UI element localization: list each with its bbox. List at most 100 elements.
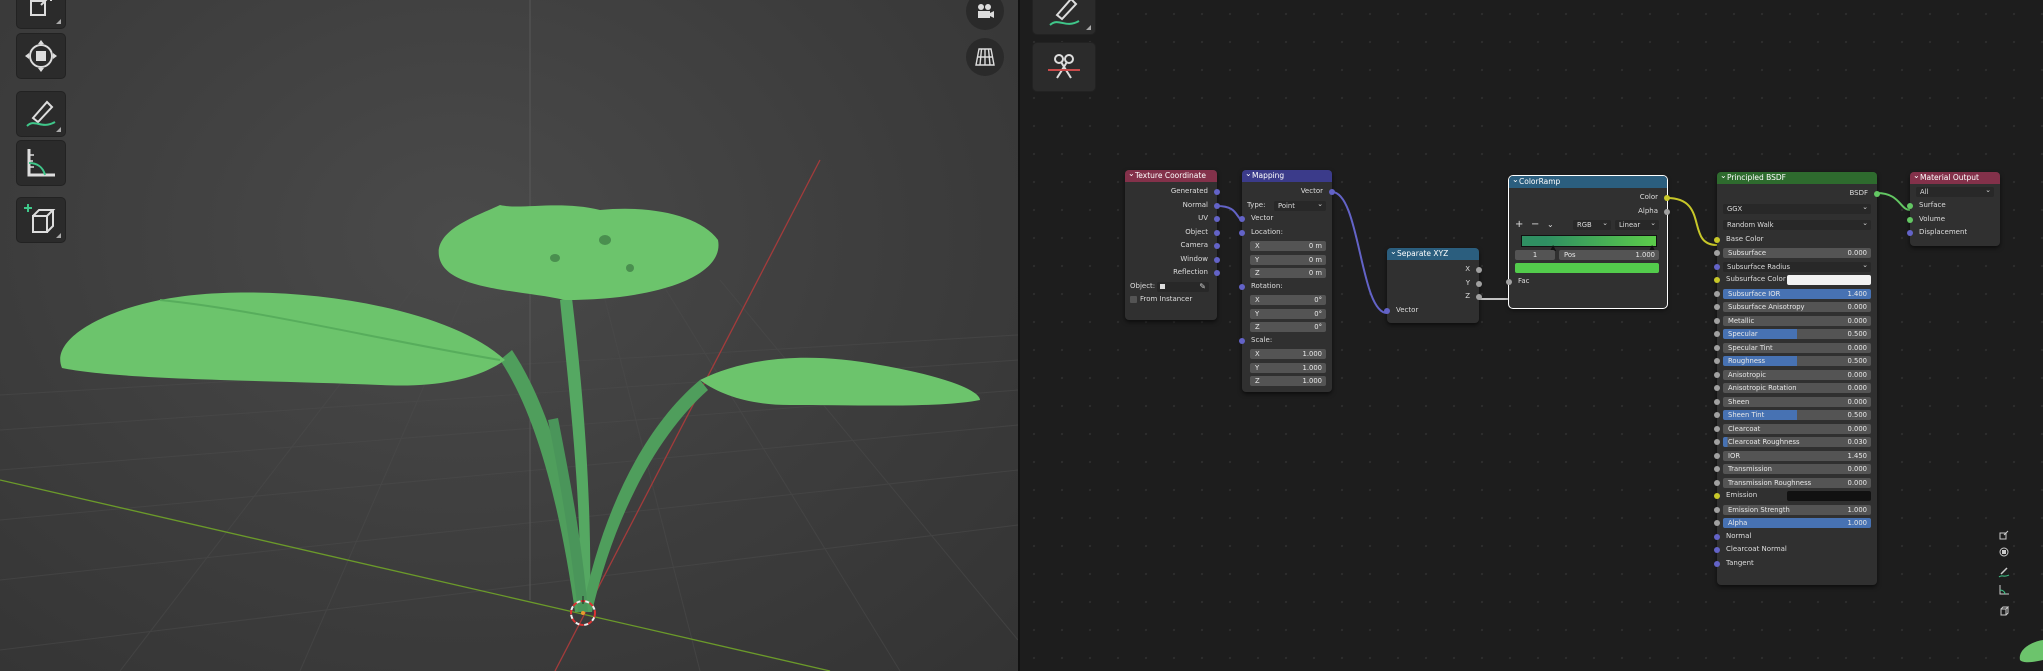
socket[interactable] <box>1239 337 1245 344</box>
socket[interactable] <box>1714 560 1720 567</box>
add-stop-button[interactable]: + <box>1515 218 1523 232</box>
target-dropdown[interactable]: All <box>1916 185 1994 197</box>
socket[interactable] <box>1214 189 1220 195</box>
distribution-dropdown[interactable]: GGX <box>1723 202 1871 214</box>
bsdf-param-field[interactable]: Sheen 0.000 <box>1723 396 1871 407</box>
bsdf-param-field[interactable]: Anisotropic 0.000 <box>1723 369 1871 380</box>
bsdf-color-swatch[interactable] <box>1787 275 1871 285</box>
socket[interactable] <box>1506 278 1512 285</box>
scale-x-field[interactable]: X 1.000 <box>1250 349 1326 359</box>
bsdf-param-dropdown[interactable]: Subsurface Radius <box>1723 260 1871 272</box>
socket[interactable] <box>1239 283 1245 290</box>
socket[interactable] <box>1714 263 1720 270</box>
bsdf-color-swatch[interactable] <box>1787 491 1871 501</box>
socket[interactable] <box>1714 358 1720 364</box>
bsdf-param-field[interactable]: Alpha 1.000 <box>1723 518 1871 528</box>
bsdf-param-field[interactable]: Transmission 0.000 <box>1723 464 1871 474</box>
object-picker-field[interactable]: ✎ <box>1157 280 1209 294</box>
socket[interactable] <box>1714 277 1720 283</box>
socket[interactable] <box>1714 493 1720 499</box>
socket[interactable] <box>1714 439 1720 445</box>
color-ramp-gradient[interactable] <box>1521 234 1657 247</box>
socket[interactable] <box>1384 307 1390 314</box>
bsdf-param-field[interactable]: Emission Strength 1.000 <box>1723 504 1871 515</box>
bsdf-param-field[interactable]: Metallic 0.000 <box>1723 315 1871 326</box>
node-title[interactable]: Texture Coordinate <box>1125 168 1217 182</box>
socket[interactable] <box>1714 236 1720 243</box>
rotation-z-field[interactable]: Z 0° <box>1250 322 1326 332</box>
socket[interactable] <box>1714 385 1720 391</box>
stop-index-field[interactable]: 1 <box>1515 249 1555 260</box>
stop-position-field[interactable]: Pos 1.000 <box>1559 249 1659 260</box>
mini-transform-tool[interactable] <box>1996 545 2012 559</box>
perspective-toggle-button[interactable] <box>966 38 1004 76</box>
node-title[interactable]: Material Output <box>1910 170 2000 184</box>
annotate-tool[interactable] <box>17 92 65 136</box>
socket[interactable] <box>1476 267 1482 273</box>
socket[interactable] <box>1714 425 1720 432</box>
viewport-scene[interactable] <box>0 0 1018 671</box>
color-ramp-node[interactable]: ColorRamp Color Alpha + − ⌄ RGB Linear ▲… <box>1506 174 1670 309</box>
socket[interactable] <box>1907 203 1913 209</box>
scale-y-field[interactable]: Y 1.000 <box>1250 362 1326 373</box>
socket[interactable] <box>1214 216 1220 222</box>
subsurface-method-dropdown[interactable]: Random Walk <box>1723 218 1871 230</box>
socket[interactable] <box>1714 547 1720 553</box>
bsdf-param-field[interactable]: Subsurface Anisotropy 0.000 <box>1723 302 1871 312</box>
interpolation-dropdown[interactable]: Linear <box>1615 218 1659 230</box>
plant-mesh[interactable] <box>60 205 980 612</box>
socket[interactable] <box>1214 243 1220 249</box>
socket[interactable] <box>1214 270 1220 276</box>
bsdf-param-field[interactable]: Specular 0.500 <box>1723 329 1871 339</box>
bsdf-param-field[interactable]: Subsurface IOR 1.400 <box>1723 288 1871 299</box>
separate-xyz-node[interactable]: Separate XYZ X Y Z Vector <box>1384 246 1482 323</box>
socket[interactable] <box>1714 317 1720 324</box>
socket[interactable] <box>1714 398 1720 405</box>
mapping-node[interactable]: Mapping Vector Type: Point Vector Locati… <box>1239 168 1335 392</box>
material-output-node[interactable]: Material Output All Surface Volume Displ… <box>1907 170 2000 246</box>
location-y-field[interactable]: Y0 m <box>1250 254 1326 265</box>
type-dropdown[interactable]: Point <box>1274 199 1326 211</box>
mini-measure-tool[interactable] <box>1996 583 2012 597</box>
socket[interactable] <box>1714 371 1720 378</box>
socket[interactable] <box>1476 280 1482 287</box>
socket[interactable] <box>1714 452 1720 459</box>
node-title[interactable]: ColorRamp <box>1509 174 1667 188</box>
socket[interactable] <box>1214 256 1220 263</box>
socket[interactable] <box>1714 520 1720 526</box>
scale-tool[interactable] <box>17 0 65 28</box>
socket[interactable] <box>1714 331 1720 337</box>
socket[interactable] <box>1714 506 1720 513</box>
bsdf-param-field[interactable]: Subsurface 0.000 <box>1723 248 1871 258</box>
rotation-y-field[interactable]: Y 0° <box>1250 308 1326 319</box>
bsdf-param-field[interactable]: Specular Tint 0.000 <box>1723 342 1871 353</box>
socket[interactable] <box>1714 412 1720 418</box>
location-x-field[interactable]: X0 m <box>1250 241 1326 251</box>
socket[interactable] <box>1714 290 1720 297</box>
mini-scale-tool[interactable] <box>1996 528 2012 542</box>
bsdf-param-field[interactable]: Clearcoat Roughness 0.030 <box>1723 437 1871 447</box>
bsdf-param-field[interactable]: Sheen Tint 0.500 <box>1723 410 1871 420</box>
node-title[interactable]: Mapping <box>1242 168 1332 182</box>
socket[interactable] <box>1214 202 1220 209</box>
from-instancer-checkbox[interactable] <box>1130 295 1137 303</box>
bsdf-param-field[interactable]: Anisotropic Rotation 0.000 <box>1723 383 1871 393</box>
socket[interactable] <box>1714 533 1720 540</box>
socket[interactable] <box>1714 479 1720 486</box>
texture-coordinate-node[interactable]: Texture Coordinate Generated Normal UV O… <box>1125 168 1220 320</box>
socket[interactable] <box>1907 230 1913 236</box>
stop-color-swatch[interactable] <box>1515 263 1659 273</box>
socket[interactable] <box>1714 304 1720 310</box>
annotate-tool[interactable] <box>1033 0 1095 34</box>
socket[interactable] <box>1714 344 1720 351</box>
node-title[interactable]: Separate XYZ <box>1387 246 1479 260</box>
mini-annotate-tool[interactable] <box>1996 565 2012 579</box>
socket[interactable] <box>1664 195 1670 201</box>
socket[interactable] <box>1239 216 1245 222</box>
socket[interactable] <box>1476 294 1482 300</box>
mini-add-cube-tool[interactable] <box>1996 603 2012 617</box>
add-cube-tool[interactable] <box>17 198 65 242</box>
node-title[interactable]: Principled BSDF <box>1717 170 1877 184</box>
ramp-menu-chevron-icon[interactable]: ⌄ <box>1547 218 1554 232</box>
eyedropper-icon[interactable]: ✎ <box>1199 280 1206 294</box>
